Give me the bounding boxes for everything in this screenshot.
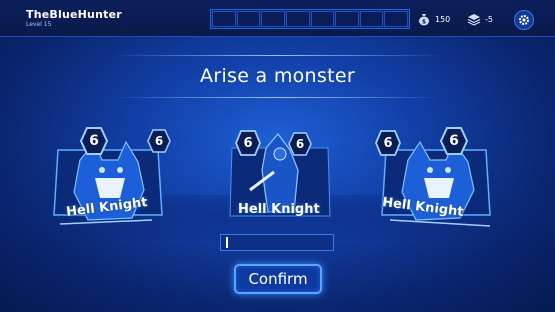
top-bar: TheBlueHunter Level 15 $ 150 -5: [0, 0, 555, 37]
card-power-value: 6: [295, 137, 305, 151]
money-bag-icon: $: [419, 14, 429, 26]
inventory-slot[interactable]: [212, 11, 236, 27]
monster-name-input[interactable]: [220, 234, 334, 251]
player-level: Level 15: [26, 21, 52, 28]
armored-knight-portrait-icon: [229, 133, 331, 217]
title-divider-bottom: [112, 97, 444, 98]
inventory-slot[interactable]: [335, 11, 359, 27]
monster-card-3[interactable]: 6 6 Hell Knight: [372, 120, 510, 238]
inventory-slots: [210, 9, 410, 29]
card-level-badge: 6: [80, 127, 108, 155]
inventory-slot[interactable]: [236, 11, 261, 27]
confirm-button[interactable]: Confirm: [234, 264, 322, 294]
layers-value: -5: [485, 14, 493, 24]
card-level-value: 6: [243, 135, 253, 151]
card-level-value: 6: [89, 133, 99, 149]
card-power-value: 6: [449, 133, 459, 149]
stack-layers-icon: [467, 14, 481, 26]
inventory-slot[interactable]: [384, 11, 408, 27]
gold-counter: $ 150: [417, 12, 450, 26]
page-title: Arise a monster: [200, 65, 355, 87]
gear-icon: [519, 15, 529, 25]
card-level-badge: 6: [235, 130, 261, 156]
inventory-slot[interactable]: [285, 11, 310, 27]
inventory-slot[interactable]: [261, 11, 285, 27]
monster-card-1[interactable]: 6 6 Hell Knight: [40, 120, 178, 238]
card-power-badge: 6: [440, 127, 468, 155]
card-level-value: 6: [383, 135, 393, 151]
player-name: TheBlueHunter: [26, 8, 122, 21]
text-cursor: [226, 237, 228, 248]
card-name: Hell Knight: [238, 202, 320, 217]
gold-value: 150: [435, 14, 451, 24]
layers-counter: -5: [467, 12, 493, 26]
svg-text:$: $: [422, 19, 426, 26]
monster-card-2[interactable]: 6 6 Hell Knight: [212, 120, 350, 238]
card-power-value: 6: [154, 134, 164, 148]
card-power-badge: 6: [147, 129, 171, 153]
card-power-badge: 6: [288, 132, 312, 156]
card-level-badge: 6: [375, 130, 401, 156]
title-divider-top: [112, 55, 444, 56]
inventory-slot[interactable]: [359, 11, 384, 27]
inventory-slot[interactable]: [310, 11, 335, 27]
settings-button[interactable]: [514, 10, 534, 30]
